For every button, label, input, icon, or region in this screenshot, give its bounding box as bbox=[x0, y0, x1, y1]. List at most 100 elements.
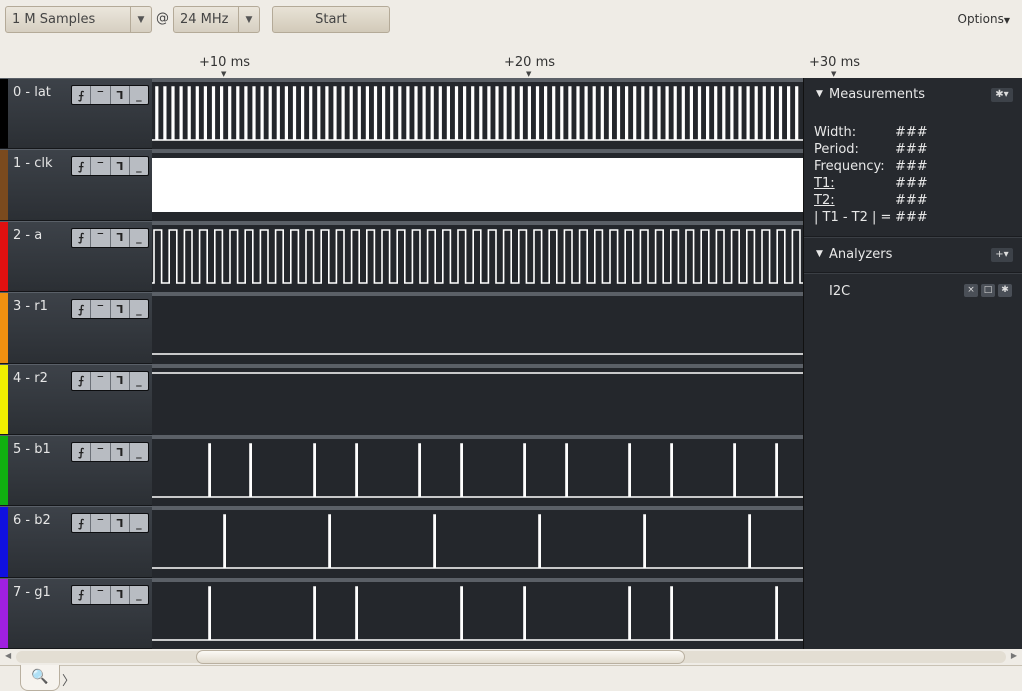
channel-waveform[interactable] bbox=[152, 220, 803, 293]
close-icon[interactable]: × bbox=[964, 284, 978, 297]
low-level-icon[interactable]: _ bbox=[130, 229, 148, 247]
sample-rate-value: 24 MHz bbox=[180, 12, 229, 27]
waveform-trace bbox=[152, 86, 803, 141]
channel-name: 4 - r2 bbox=[13, 370, 48, 386]
measurement-value: ### bbox=[895, 176, 928, 191]
channel-waveform[interactable] bbox=[152, 577, 803, 650]
high-level-icon[interactable]: ‾ bbox=[91, 514, 111, 533]
rising-edge-icon[interactable]: ⨍ bbox=[72, 228, 92, 247]
channel-row: 7 - g1 ⨍ ‾ ⅂ _ bbox=[0, 577, 803, 650]
search-icon: 🔍 bbox=[31, 669, 49, 685]
chevron-down-icon[interactable]: ▼ bbox=[238, 7, 259, 32]
high-level-icon[interactable]: ‾ bbox=[91, 300, 111, 319]
low-level-icon[interactable]: _ bbox=[130, 514, 148, 532]
tick-marker-icon: ▼ bbox=[526, 70, 532, 78]
waveform-trace bbox=[152, 514, 803, 570]
gear-icon[interactable]: ✱ bbox=[998, 284, 1012, 297]
channel-header[interactable]: 7 - g1 ⨍ ‾ ⅂ _ bbox=[0, 577, 152, 650]
channel-header[interactable]: 3 - r1 ⨍ ‾ ⅂ _ bbox=[0, 292, 152, 364]
channel-header[interactable]: 1 - clk ⨍ ‾ ⅂ _ bbox=[0, 149, 152, 221]
horizontal-scrollbar[interactable]: ◀ ▶ bbox=[0, 649, 1022, 665]
search-tab[interactable]: 🔍 bbox=[20, 665, 60, 691]
add-analyzer-icon[interactable]: +▾ bbox=[991, 248, 1013, 262]
measurement-value: ### bbox=[895, 193, 928, 208]
high-level-icon[interactable]: ‾ bbox=[91, 371, 111, 390]
analyzer-item[interactable]: I2C bbox=[829, 284, 850, 299]
channel-color-swatch bbox=[0, 578, 8, 649]
sample-rate-dropdown[interactable]: 24 MHz ▼ bbox=[173, 6, 260, 33]
chevron-down-icon: ▼ bbox=[1003, 16, 1010, 25]
samples-dropdown[interactable]: 1 M Samples ▼ bbox=[5, 6, 152, 33]
copy-icon[interactable]: □ bbox=[981, 284, 995, 297]
scroll-thumb[interactable] bbox=[196, 650, 685, 664]
channel-waveform[interactable] bbox=[152, 363, 803, 435]
channel-waveform[interactable] bbox=[152, 149, 803, 221]
channel-header[interactable]: 5 - b1 ⨍ ‾ ⅂ _ bbox=[0, 435, 152, 507]
measurement-row: T1: ### bbox=[814, 175, 928, 192]
rising-edge-icon[interactable]: ⨍ bbox=[72, 300, 92, 319]
high-level-icon[interactable]: ‾ bbox=[91, 86, 111, 104]
rising-edge-icon[interactable]: ⨍ bbox=[72, 86, 92, 104]
analyzers-header[interactable]: ▼ Analyzers +▾ bbox=[804, 238, 1022, 272]
low-level-icon[interactable]: _ bbox=[130, 157, 148, 175]
measurement-row: Width: ### bbox=[814, 124, 928, 141]
collapse-triangle-icon[interactable]: ▼ bbox=[816, 89, 823, 99]
falling-edge-icon[interactable]: ⅂ bbox=[111, 585, 130, 604]
chevron-down-icon[interactable]: ▼ bbox=[130, 7, 151, 32]
rising-edge-icon[interactable]: ⨍ bbox=[72, 157, 92, 176]
low-level-icon[interactable]: _ bbox=[130, 586, 148, 604]
measurement-value: ### bbox=[895, 125, 928, 140]
high-level-icon[interactable]: ‾ bbox=[91, 228, 111, 247]
channel-row: 5 - b1 ⨍ ‾ ⅂ _ bbox=[0, 435, 803, 507]
channel-row: 4 - r2 ⨍ ‾ ⅂ _ bbox=[0, 363, 803, 435]
falling-edge-icon[interactable]: ⅂ bbox=[111, 86, 130, 104]
rising-edge-icon[interactable]: ⨍ bbox=[72, 514, 92, 533]
measurement-row: | T1 - T2 | = ### bbox=[814, 209, 928, 226]
scroll-left-icon[interactable]: ◀ bbox=[5, 651, 11, 660]
channel-header[interactable]: 2 - a ⨍ ‾ ⅂ _ bbox=[0, 220, 152, 293]
measurement-label: T1: bbox=[814, 176, 835, 191]
falling-edge-icon[interactable]: ⅂ bbox=[111, 514, 130, 533]
rising-edge-icon[interactable]: ⨍ bbox=[72, 371, 92, 390]
falling-edge-icon[interactable]: ⅂ bbox=[111, 228, 130, 247]
clock-fill bbox=[152, 158, 803, 213]
channel-waveform[interactable] bbox=[152, 78, 803, 150]
rising-edge-icon[interactable]: ⨍ bbox=[72, 585, 92, 604]
low-level-icon[interactable]: _ bbox=[130, 300, 148, 318]
channel-color-swatch bbox=[0, 150, 8, 220]
falling-edge-icon[interactable]: ⅂ bbox=[111, 371, 130, 390]
collapse-triangle-icon[interactable]: ▼ bbox=[816, 249, 823, 259]
low-level-icon[interactable]: _ bbox=[130, 372, 148, 390]
start-button[interactable]: Start bbox=[272, 6, 390, 33]
measurements-table: Width: ### Period: ### Frequency: ### T1: ##… bbox=[814, 124, 928, 226]
trigger-buttons: ⨍ ‾ ⅂ _ bbox=[71, 584, 149, 605]
channel-waveform[interactable] bbox=[152, 292, 803, 364]
channel-row: 3 - r1 ⨍ ‾ ⅂ _ bbox=[0, 292, 803, 364]
channel-header[interactable]: 0 - lat ⨍ ‾ ⅂ _ bbox=[0, 78, 152, 150]
scroll-right-icon[interactable]: ▶ bbox=[1011, 651, 1017, 660]
trigger-buttons: ⨍ ‾ ⅂ _ bbox=[71, 442, 149, 462]
channel-header[interactable]: 6 - b2 ⨍ ‾ ⅂ _ bbox=[0, 506, 152, 578]
high-level-icon[interactable]: ‾ bbox=[91, 443, 111, 461]
rising-edge-icon[interactable]: ⨍ bbox=[72, 443, 92, 461]
gear-icon[interactable]: ✱▾ bbox=[991, 88, 1013, 102]
channel-header[interactable]: 4 - r2 ⨍ ‾ ⅂ _ bbox=[0, 363, 152, 435]
channel-waveform[interactable] bbox=[152, 435, 803, 507]
measurements-header[interactable]: ▼ Measurements ✱▾ bbox=[804, 78, 1022, 112]
channel-color-swatch bbox=[0, 79, 8, 149]
low-level-icon[interactable]: _ bbox=[130, 86, 148, 104]
more-tabs-icon[interactable]: 〉 bbox=[62, 670, 75, 689]
falling-edge-icon[interactable]: ⅂ bbox=[111, 443, 130, 461]
time-ruler[interactable]: +10 ms ▼ +20 ms ▼ +30 ms ▼ bbox=[0, 40, 1022, 78]
options-menu[interactable]: Options▼ bbox=[958, 12, 1010, 26]
tick-marker-icon: ▼ bbox=[221, 70, 227, 78]
channel-waveform[interactable] bbox=[152, 506, 803, 578]
waveform-trace bbox=[152, 585, 803, 641]
signal-path bbox=[152, 86, 803, 141]
falling-edge-icon[interactable]: ⅂ bbox=[111, 300, 130, 319]
high-level-icon[interactable]: ‾ bbox=[91, 585, 111, 604]
options-label: Options bbox=[957, 12, 1004, 26]
high-level-icon[interactable]: ‾ bbox=[91, 157, 111, 176]
low-level-icon[interactable]: _ bbox=[130, 443, 148, 461]
falling-edge-icon[interactable]: ⅂ bbox=[111, 157, 130, 176]
